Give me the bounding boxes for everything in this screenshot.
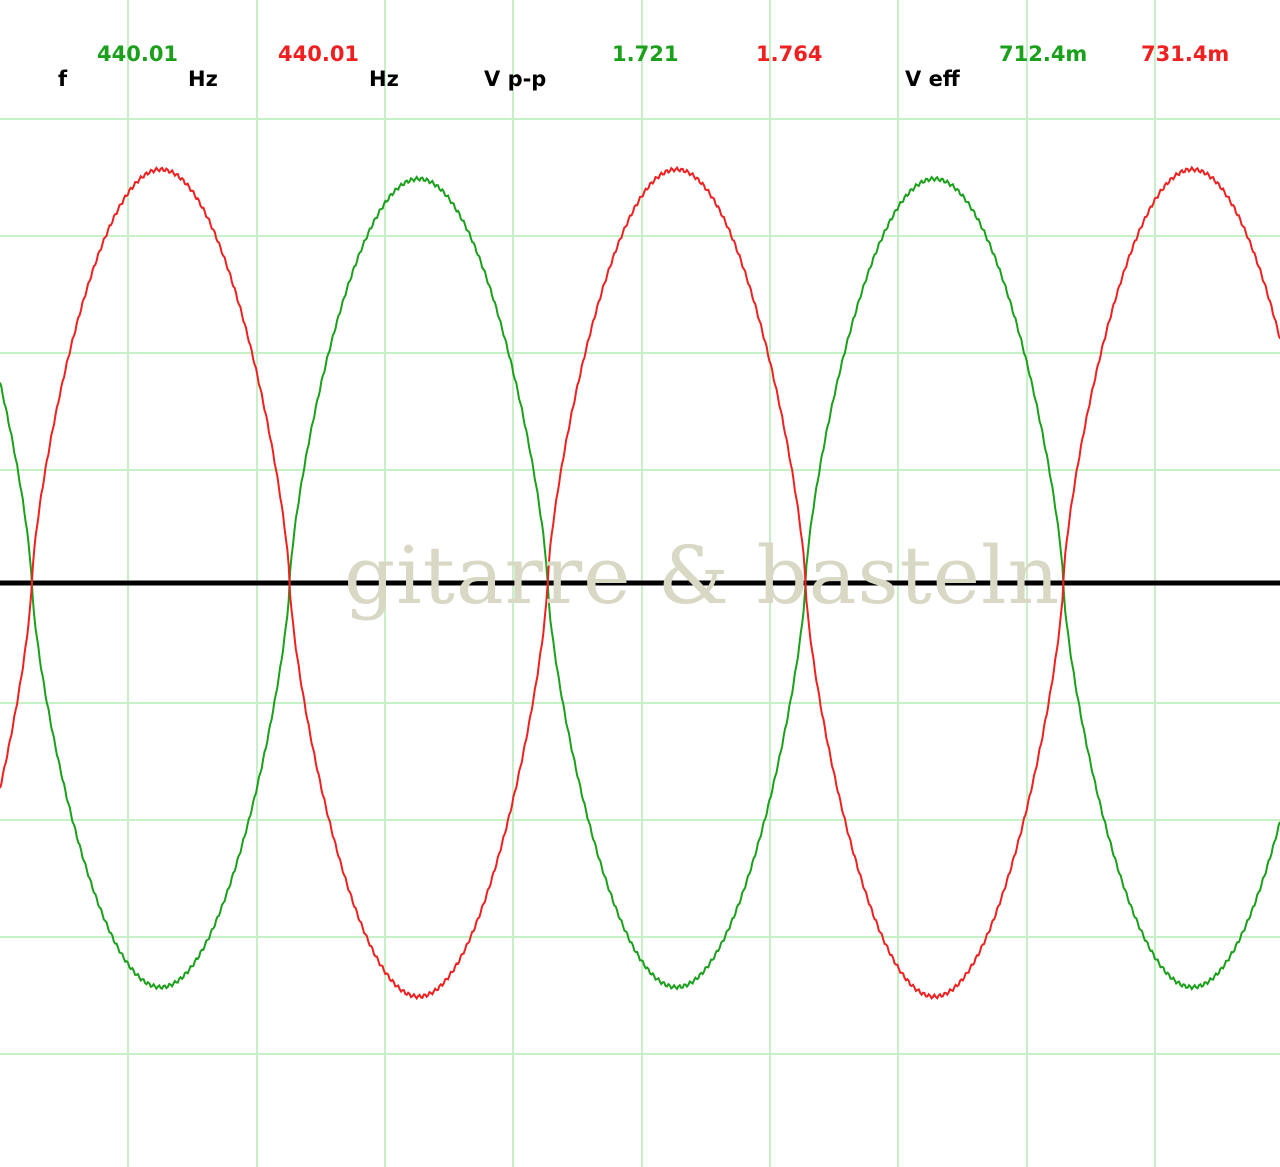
watermark: gitarre & basteln [344, 529, 1061, 622]
veff-label: V eff [905, 67, 960, 91]
frequency-unit-ch1: Hz [188, 67, 218, 91]
frequency-ch2-value: 440.01 [278, 42, 360, 66]
vpp-ch1-value: 1.721 [612, 42, 679, 66]
veff-ch1-value: 712.4m [999, 42, 1088, 66]
frequency-label: f [58, 67, 68, 91]
vpp-ch2-value: 1.764 [756, 42, 823, 66]
oscilloscope-screen: gitarre & basteln f 440.01 Hz 440.01 Hz … [0, 0, 1280, 1167]
frequency-unit-ch2: Hz [369, 67, 399, 91]
veff-ch2-value: 731.4m [1141, 42, 1230, 66]
vpp-label: V p-p [484, 67, 547, 91]
frequency-ch1-value: 440.01 [97, 42, 179, 66]
